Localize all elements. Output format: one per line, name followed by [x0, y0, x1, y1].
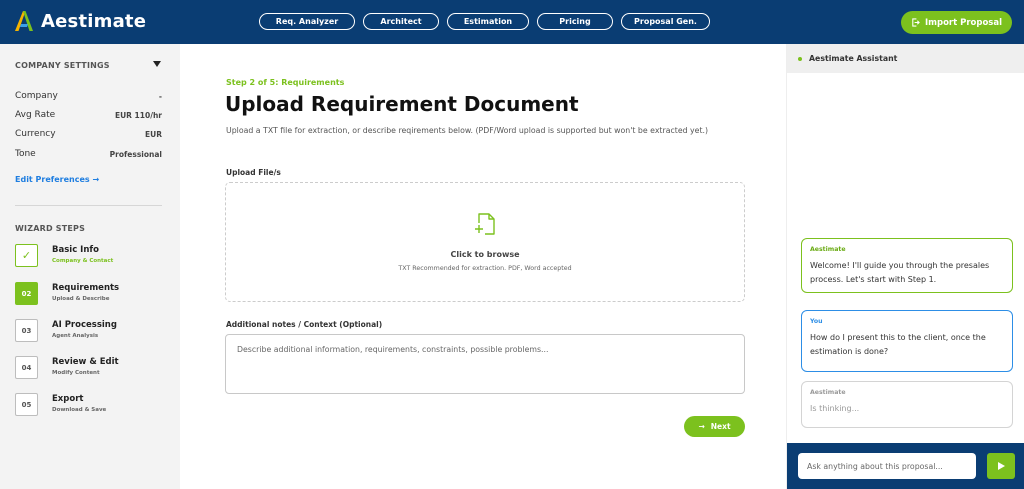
setting-avg-rate: Avg Rate EUR 110/hr — [15, 109, 162, 121]
page-title: Upload Requirement Document — [225, 92, 579, 116]
setting-label: Currency — [15, 129, 56, 139]
divider — [15, 205, 162, 206]
send-icon — [997, 462, 1005, 470]
logo-icon — [15, 11, 33, 31]
step-requirements[interactable]: 02 Requirements Upload & Describe — [15, 282, 175, 308]
next-button[interactable]: → Next — [684, 416, 745, 437]
file-upload-dropzone[interactable]: Click to browse TXT Recommended for extr… — [225, 182, 745, 302]
step-number: 05 — [15, 393, 38, 416]
message-sender: You — [810, 318, 823, 325]
message-text: Is thinking... — [810, 404, 860, 413]
setting-value: EUR — [145, 129, 162, 139]
app-name: Aestimate — [41, 10, 147, 32]
step-title: Basic Info — [52, 245, 99, 255]
top-bar: Aestimate Req. Analyzer Architect Estima… — [0, 0, 1024, 44]
main-content: Step 2 of 5: Requirements Upload Require… — [180, 44, 786, 489]
nav-architect[interactable]: Architect — [363, 13, 439, 30]
nav-estimation[interactable]: Estimation — [447, 13, 529, 30]
step-title: Requirements — [52, 283, 120, 293]
step-title: Review & Edit — [52, 357, 119, 367]
step-subtitle: Modify Content — [52, 370, 100, 376]
import-icon — [912, 18, 920, 27]
setting-label: Company — [15, 91, 58, 101]
upload-hint: TXT Recommended for extraction. PDF, Wor… — [398, 265, 572, 272]
setting-value: EUR 110/hr — [114, 110, 162, 120]
setting-value: Professional — [109, 149, 162, 159]
sidebar: COMPANY SETTINGS Company - Avg Rate EUR … — [0, 44, 180, 489]
chat-message-assistant: Aestimate Welcome! I'll guide you throug… — [801, 238, 1013, 293]
step-ai-processing[interactable]: 03 AI Processing Agent Analysis — [15, 319, 175, 345]
next-label: Next — [710, 422, 731, 431]
import-proposal-button[interactable]: Import Proposal — [901, 11, 1012, 34]
check-icon: ✓ — [15, 244, 38, 267]
setting-label: Tone — [15, 149, 36, 159]
import-proposal-label: Import Proposal — [924, 17, 1003, 28]
setting-currency: Currency EUR — [15, 128, 162, 140]
step-subtitle: Upload & Describe — [52, 296, 110, 302]
step-basic-info[interactable]: ✓ Basic Info Company & Contact — [15, 244, 175, 270]
message-sender: Aestimate — [810, 246, 846, 253]
step-number: 03 — [15, 319, 38, 342]
notes-textarea[interactable] — [225, 334, 745, 394]
page-description: Upload a TXT file for extraction, or des… — [226, 126, 709, 135]
message-sender: Aestimate — [810, 389, 846, 396]
step-title: Export — [52, 394, 84, 404]
assistant-header: Aestimate Assistant — [787, 44, 1024, 73]
setting-label: Avg Rate — [15, 110, 56, 120]
step-export[interactable]: 05 Export Download & Save — [15, 393, 175, 419]
nav-proposal-gen[interactable]: Proposal Gen. — [621, 13, 710, 30]
setting-company: Company - — [15, 90, 162, 102]
edit-preferences-link[interactable]: Edit Preferences → — [15, 175, 99, 184]
chat-message-thinking: Aestimate Is thinking... — [801, 381, 1013, 428]
nav-pricing[interactable]: Pricing — [537, 13, 613, 30]
arrow-right-icon: → — [698, 422, 705, 431]
upload-browse-text: Click to browse — [450, 250, 520, 259]
step-subtitle: Agent Analysis — [52, 333, 99, 339]
notes-label: Additional notes / Context (Optional) — [226, 320, 383, 329]
chat-input[interactable] — [798, 453, 976, 479]
message-text: How do I present this to the client, onc… — [810, 333, 986, 356]
upload-label: Upload File/s — [226, 168, 281, 177]
message-text: Welcome! I'll guide you through the pres… — [810, 261, 990, 284]
step-number: 02 — [15, 282, 38, 305]
chat-message-user: You How do I present this to the client,… — [801, 310, 1013, 372]
app-logo[interactable]: Aestimate — [12, 9, 146, 33]
step-number: 04 — [15, 356, 38, 379]
send-button[interactable] — [987, 453, 1015, 479]
wizard-steps-title: WIZARD STEPS — [15, 224, 86, 233]
chat-input-bar — [787, 443, 1024, 489]
step-subtitle: Download & Save — [52, 407, 107, 413]
setting-tone: Tone Professional — [15, 148, 162, 160]
main-nav: Req. Analyzer Architect Estimation Prici… — [259, 13, 710, 30]
step-indicator: Step 2 of 5: Requirements — [226, 78, 345, 87]
step-title: AI Processing — [52, 320, 117, 330]
assistant-title: Aestimate Assistant — [809, 54, 898, 63]
chevron-down-icon[interactable] — [153, 61, 161, 67]
assistant-panel: Aestimate Assistant Aestimate Welcome! I… — [786, 44, 1024, 489]
step-subtitle: Company & Contact — [52, 258, 114, 264]
status-dot-icon — [798, 57, 802, 61]
company-settings-title: COMPANY SETTINGS — [15, 61, 110, 70]
file-add-icon — [473, 213, 495, 235]
step-review-edit[interactable]: 04 Review & Edit Modify Content — [15, 356, 175, 382]
setting-value: - — [158, 91, 162, 101]
nav-req-analyzer[interactable]: Req. Analyzer — [259, 13, 355, 30]
